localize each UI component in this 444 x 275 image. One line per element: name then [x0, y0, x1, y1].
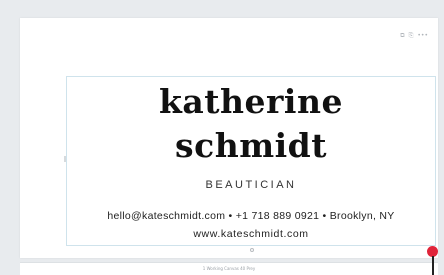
editor-app: ⧉ ⎘ ••• katherine schmidt BEAUTICIAN hel…: [0, 0, 444, 275]
page-strip-label: 1 Working Canvas 40 Prey: [202, 266, 256, 271]
copy-icon[interactable]: ⎘: [409, 32, 414, 40]
business-card-design[interactable]: katherine schmidt BEAUTICIAN hello@kates…: [66, 76, 436, 246]
contact-text[interactable]: hello@kateschmidt.com • +1 718 889 0921 …: [67, 210, 435, 222]
page-toolbar: ⧉ ⎘ •••: [400, 32, 428, 40]
duplicate-icon[interactable]: ⧉: [400, 32, 404, 40]
name-second-line[interactable]: schmidt: [67, 129, 435, 162]
design-page[interactable]: ⧉ ⎘ ••• katherine schmidt BEAUTICIAN hel…: [20, 18, 438, 258]
role-text[interactable]: BEAUTICIAN: [67, 179, 435, 191]
website-text[interactable]: www.kateschmidt.com: [67, 228, 435, 240]
pointer-stem: [432, 256, 434, 275]
name-first-line[interactable]: katherine: [67, 85, 435, 118]
next-page-strip[interactable]: 1 Working Canvas 40 Prey: [20, 262, 438, 275]
more-icon[interactable]: •••: [417, 32, 428, 40]
rotate-handle-icon[interactable]: [250, 248, 254, 252]
